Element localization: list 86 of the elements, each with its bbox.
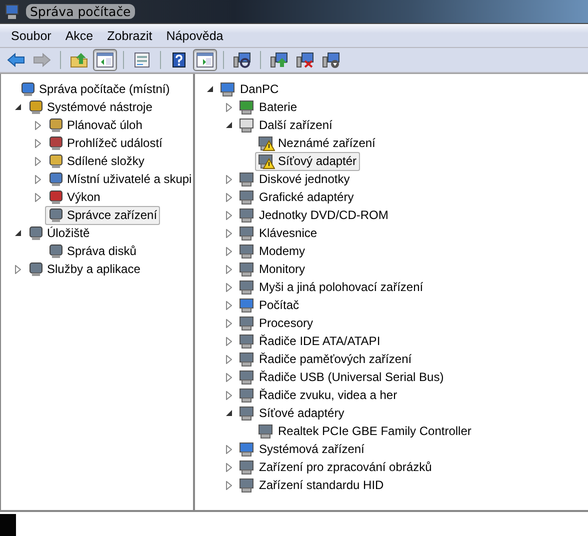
collapsed-arrow-icon[interactable] — [226, 102, 232, 112]
collapsed-arrow-icon[interactable] — [226, 282, 232, 292]
collapsed-arrow-icon[interactable] — [226, 264, 232, 274]
collapsed-arrow-icon[interactable] — [35, 120, 41, 130]
collapsed-arrow-icon[interactable] — [226, 372, 232, 382]
tree-item[interactable]: Myši a jiná polohovací zařízení — [236, 278, 426, 296]
collapsed-arrow-icon[interactable] — [226, 480, 232, 490]
dark-block — [0, 514, 16, 536]
properties-icon — [133, 52, 151, 68]
tree-item[interactable]: Řadiče IDE ATA/ATAPI — [236, 332, 384, 350]
expanded-arrow-icon[interactable] — [14, 230, 22, 236]
tree-item[interactable]: Neznámé zařízení — [255, 134, 378, 152]
collapsed-arrow-icon[interactable] — [226, 390, 232, 400]
tree-item[interactable]: Prohlížeč událostí — [45, 134, 166, 152]
tree-item[interactable]: Plánovač úloh — [45, 116, 146, 134]
collapsed-arrow-icon[interactable] — [226, 192, 232, 202]
back-arrow-icon — [7, 52, 25, 68]
tree-item[interactable]: Baterie — [236, 98, 300, 116]
tree-item[interactable]: Řadiče USB (Universal Serial Bus) — [236, 368, 447, 386]
tree-item[interactable]: Systémová zařízení — [236, 440, 368, 458]
expanded-arrow-icon[interactable] — [14, 104, 22, 110]
collapsed-arrow-icon[interactable] — [226, 318, 232, 328]
tree-item[interactable]: Zařízení standardu HID — [236, 476, 387, 494]
tree-item[interactable]: Správce zařízení — [45, 206, 160, 224]
tree-item[interactable]: Služby a aplikace — [25, 260, 144, 278]
collapsed-arrow-icon[interactable] — [226, 210, 232, 220]
tree-item[interactable]: Realtek PCIe GBE Family Controller — [255, 422, 474, 440]
menu-item[interactable]: Akce — [58, 28, 100, 42]
tree-item[interactable]: Zařízení pro zpracování obrázků — [236, 458, 435, 476]
tree-item[interactable]: Sdílené složky — [45, 152, 148, 170]
tree-item[interactable]: Modemy — [236, 242, 308, 260]
collapsed-arrow-icon[interactable] — [35, 174, 41, 184]
expanded-arrow-icon[interactable] — [226, 122, 232, 128]
tree-item[interactable]: Systémové nástroje — [25, 98, 156, 116]
collapsed-arrow-icon[interactable] — [35, 156, 41, 166]
help-icon — [170, 52, 188, 68]
tree-item[interactable]: Správa počítače (místní) — [17, 80, 173, 98]
monitor-icon — [239, 261, 256, 277]
computer-icon — [239, 297, 256, 313]
tree-item[interactable]: Monitory — [236, 260, 308, 278]
disable-device-icon — [322, 52, 340, 68]
collapsed-arrow-icon[interactable] — [226, 300, 232, 310]
menu-item[interactable]: Zobrazit — [100, 28, 160, 42]
tree-item[interactable]: Diskové jednotky — [236, 170, 353, 188]
collapsed-arrow-icon[interactable] — [35, 192, 41, 202]
tree-item[interactable]: Klávesnice — [236, 224, 320, 242]
collapsed-arrow-icon[interactable] — [226, 444, 232, 454]
collapsed-arrow-icon[interactable] — [35, 138, 41, 148]
window-title: Správa počítače — [26, 4, 135, 19]
computer-management-icon — [4, 4, 20, 20]
computer-icon — [239, 441, 256, 457]
tree-item[interactable]: Síťové adaptéry — [236, 404, 348, 422]
tree-item[interactable]: Úložiště — [25, 224, 93, 242]
tree-item[interactable]: Grafické adaptéry — [236, 188, 357, 206]
collapsed-arrow-icon[interactable] — [226, 246, 232, 256]
computer-icon — [220, 81, 237, 97]
collapsed-arrow-icon[interactable] — [226, 354, 232, 364]
monitor-icon — [239, 189, 256, 205]
tree-item[interactable]: Řadiče paměťových zařízení — [236, 350, 415, 368]
console-tree-icon — [96, 52, 114, 68]
folder-up-icon — [70, 52, 88, 68]
action-pane-icon — [196, 52, 214, 68]
collapsed-arrow-icon[interactable] — [226, 462, 232, 472]
collapsed-arrow-icon[interactable] — [15, 264, 21, 274]
collapsed-arrow-icon[interactable] — [226, 336, 232, 346]
expanded-arrow-icon[interactable] — [226, 410, 232, 416]
scan-hardware-icon — [233, 52, 251, 68]
tree-item[interactable]: Síťový adaptér — [255, 152, 360, 170]
uninstall-device-icon — [296, 52, 314, 68]
tree-item[interactable]: Výkon — [45, 188, 104, 206]
menu-item[interactable]: Soubor — [4, 28, 58, 42]
tree-item[interactable]: Správa disků — [45, 242, 140, 260]
tree-item[interactable]: Počítač — [236, 296, 302, 314]
expanded-arrow-icon[interactable] — [206, 86, 214, 92]
tree-item[interactable]: Procesory — [236, 314, 316, 332]
tree-item[interactable]: Řadiče zvuku, videa a her — [236, 386, 400, 404]
collapsed-arrow-icon[interactable] — [226, 174, 232, 184]
menu-item[interactable]: Nápověda — [159, 28, 230, 42]
collapsed-arrow-icon[interactable] — [226, 228, 232, 238]
forward-arrow-icon — [33, 52, 51, 68]
update-driver-icon — [270, 52, 288, 68]
tree-item[interactable]: DanPC — [217, 80, 282, 98]
tree-item[interactable]: Další zařízení — [236, 116, 336, 134]
tree-item[interactable]: Jednotky DVD/CD-ROM — [236, 206, 392, 224]
tree-item[interactable]: Místní uživatelé a skupi — [45, 170, 195, 188]
computer-management-icon — [20, 81, 36, 97]
